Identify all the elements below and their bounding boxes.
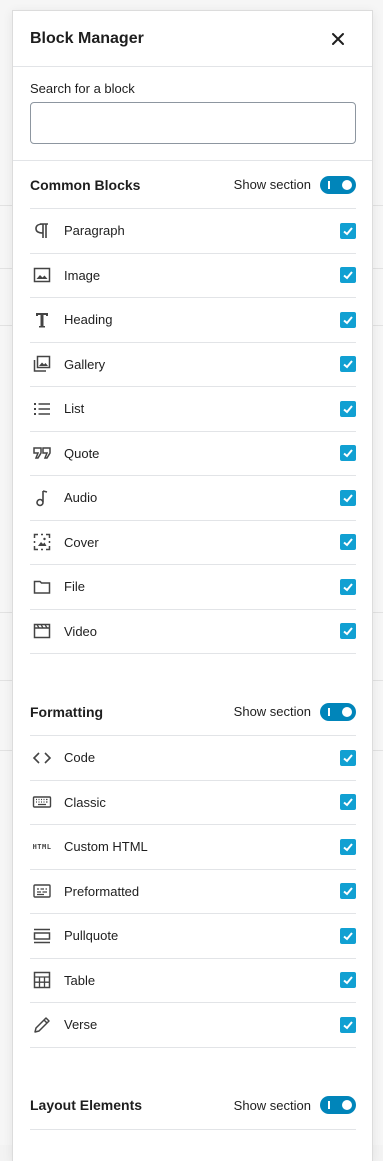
- block-checkbox[interactable]: [340, 794, 356, 811]
- block-row-image[interactable]: Image: [30, 254, 356, 298]
- html-icon-text: HTML: [32, 842, 52, 851]
- block-label: Cover: [64, 534, 99, 550]
- modal-title: Block Manager: [30, 30, 144, 47]
- file-icon: [30, 575, 54, 599]
- block-row-audio[interactable]: Audio: [30, 476, 356, 521]
- paragraph-icon: [30, 219, 54, 243]
- block-row-cover[interactable]: Cover: [30, 521, 356, 565]
- block-label: Heading: [64, 312, 113, 328]
- heading-icon: [30, 308, 54, 332]
- search-label: Search for a block: [30, 81, 135, 96]
- block-checkbox[interactable]: [340, 489, 356, 506]
- gallery-icon: [30, 352, 54, 376]
- toggle-label: Show section: [233, 177, 311, 192]
- section-common-blocks: Common Blocks Show section Paragraph Ima…: [13, 161, 372, 654]
- block-label: Paragraph: [64, 223, 125, 239]
- block-row-gallery[interactable]: Gallery: [30, 343, 356, 387]
- block-row-file[interactable]: File: [30, 565, 356, 610]
- section-header: Formatting Show section: [30, 688, 356, 736]
- show-section-toggle-group: Show section: [233, 175, 356, 194]
- close-icon: [332, 33, 344, 45]
- block-row-custom-html[interactable]: HTML Custom HTML: [30, 825, 356, 870]
- section-header: Layout Elements Show section: [30, 1082, 356, 1130]
- block-checkbox[interactable]: [340, 1016, 356, 1033]
- section-title: Common Blocks: [30, 176, 141, 193]
- block-checkbox[interactable]: [340, 356, 356, 373]
- block-label: Audio: [64, 490, 98, 506]
- block-checkbox[interactable]: [340, 927, 356, 944]
- pencil-icon: [30, 1013, 54, 1037]
- video-icon: [30, 619, 54, 643]
- section-formatting: Formatting Show section Code Classic HTM…: [13, 688, 372, 1048]
- block-checkbox[interactable]: [340, 838, 356, 855]
- block-label: Classic: [64, 794, 106, 810]
- block-checkbox[interactable]: [340, 222, 356, 239]
- html-icon: HTML: [30, 835, 54, 859]
- block-row-table[interactable]: Table: [30, 959, 356, 1003]
- pullquote-icon: [30, 924, 54, 948]
- block-label: File: [64, 579, 85, 595]
- block-row-classic[interactable]: Classic: [30, 781, 356, 825]
- image-icon: [30, 263, 54, 287]
- table-icon: [30, 968, 54, 992]
- block-row-pullquote[interactable]: Pullquote: [30, 914, 356, 959]
- block-checkbox[interactable]: [340, 445, 356, 462]
- block-checkbox[interactable]: [340, 749, 356, 766]
- block-checkbox[interactable]: [340, 972, 356, 989]
- close-button[interactable]: [326, 27, 350, 51]
- show-section-toggle[interactable]: [320, 175, 356, 194]
- block-row-heading[interactable]: Heading: [30, 298, 356, 343]
- toggle-label: Show section: [233, 704, 311, 719]
- search-area: Search for a block: [13, 67, 372, 161]
- block-row-code[interactable]: Code: [30, 736, 356, 781]
- block-checkbox[interactable]: [340, 534, 356, 551]
- section-layout-elements: Layout Elements Show section: [13, 1082, 372, 1130]
- preformatted-icon: [30, 879, 54, 903]
- show-section-toggle[interactable]: [320, 702, 356, 721]
- modal-header: Block Manager: [13, 11, 372, 67]
- block-label: Video: [64, 623, 98, 639]
- block-label: List: [64, 401, 85, 417]
- block-row-verse[interactable]: Verse: [30, 1003, 356, 1048]
- block-row-paragraph[interactable]: Paragraph: [30, 209, 356, 254]
- section-title: Layout Elements: [30, 1097, 143, 1113]
- section-title: Formatting: [30, 703, 104, 720]
- block-row-preformatted[interactable]: Preformatted: [30, 870, 356, 914]
- block-checkbox[interactable]: [340, 578, 356, 595]
- audio-icon: [30, 486, 54, 510]
- block-manager-modal: Block Manager Search for a block Common …: [12, 10, 373, 1161]
- block-label: Pullquote: [64, 928, 119, 944]
- block-checkbox[interactable]: [340, 623, 356, 640]
- block-row-video[interactable]: Video: [30, 610, 356, 654]
- block-label: Quote: [64, 445, 100, 461]
- cover-icon: [30, 530, 54, 554]
- block-checkbox[interactable]: [340, 883, 356, 900]
- block-checkbox[interactable]: [340, 400, 356, 417]
- search-input[interactable]: [30, 102, 356, 144]
- block-label: Code: [64, 750, 96, 766]
- block-label: Custom HTML: [64, 839, 148, 855]
- block-checkbox[interactable]: [340, 267, 356, 284]
- toggle-label: Show section: [233, 1097, 311, 1113]
- block-row-list[interactable]: List: [30, 387, 356, 432]
- block-label: Image: [64, 267, 101, 283]
- block-label: Table: [64, 972, 96, 988]
- block-label: Gallery: [64, 356, 106, 372]
- block-label: Preformatted: [64, 883, 140, 899]
- block-row-quote[interactable]: Quote: [30, 432, 356, 476]
- section-header: Common Blocks Show section: [30, 161, 356, 209]
- keyboard-icon: [30, 790, 54, 814]
- show-section-toggle-group: Show section: [233, 702, 356, 721]
- show-section-toggle-group: Show section: [234, 1096, 356, 1114]
- list-icon: [30, 397, 54, 421]
- block-label: Verse: [64, 1017, 98, 1033]
- code-icon: [30, 746, 54, 770]
- quote-icon: [30, 441, 54, 465]
- show-section-toggle[interactable]: [320, 1096, 356, 1114]
- block-checkbox[interactable]: [340, 311, 356, 328]
